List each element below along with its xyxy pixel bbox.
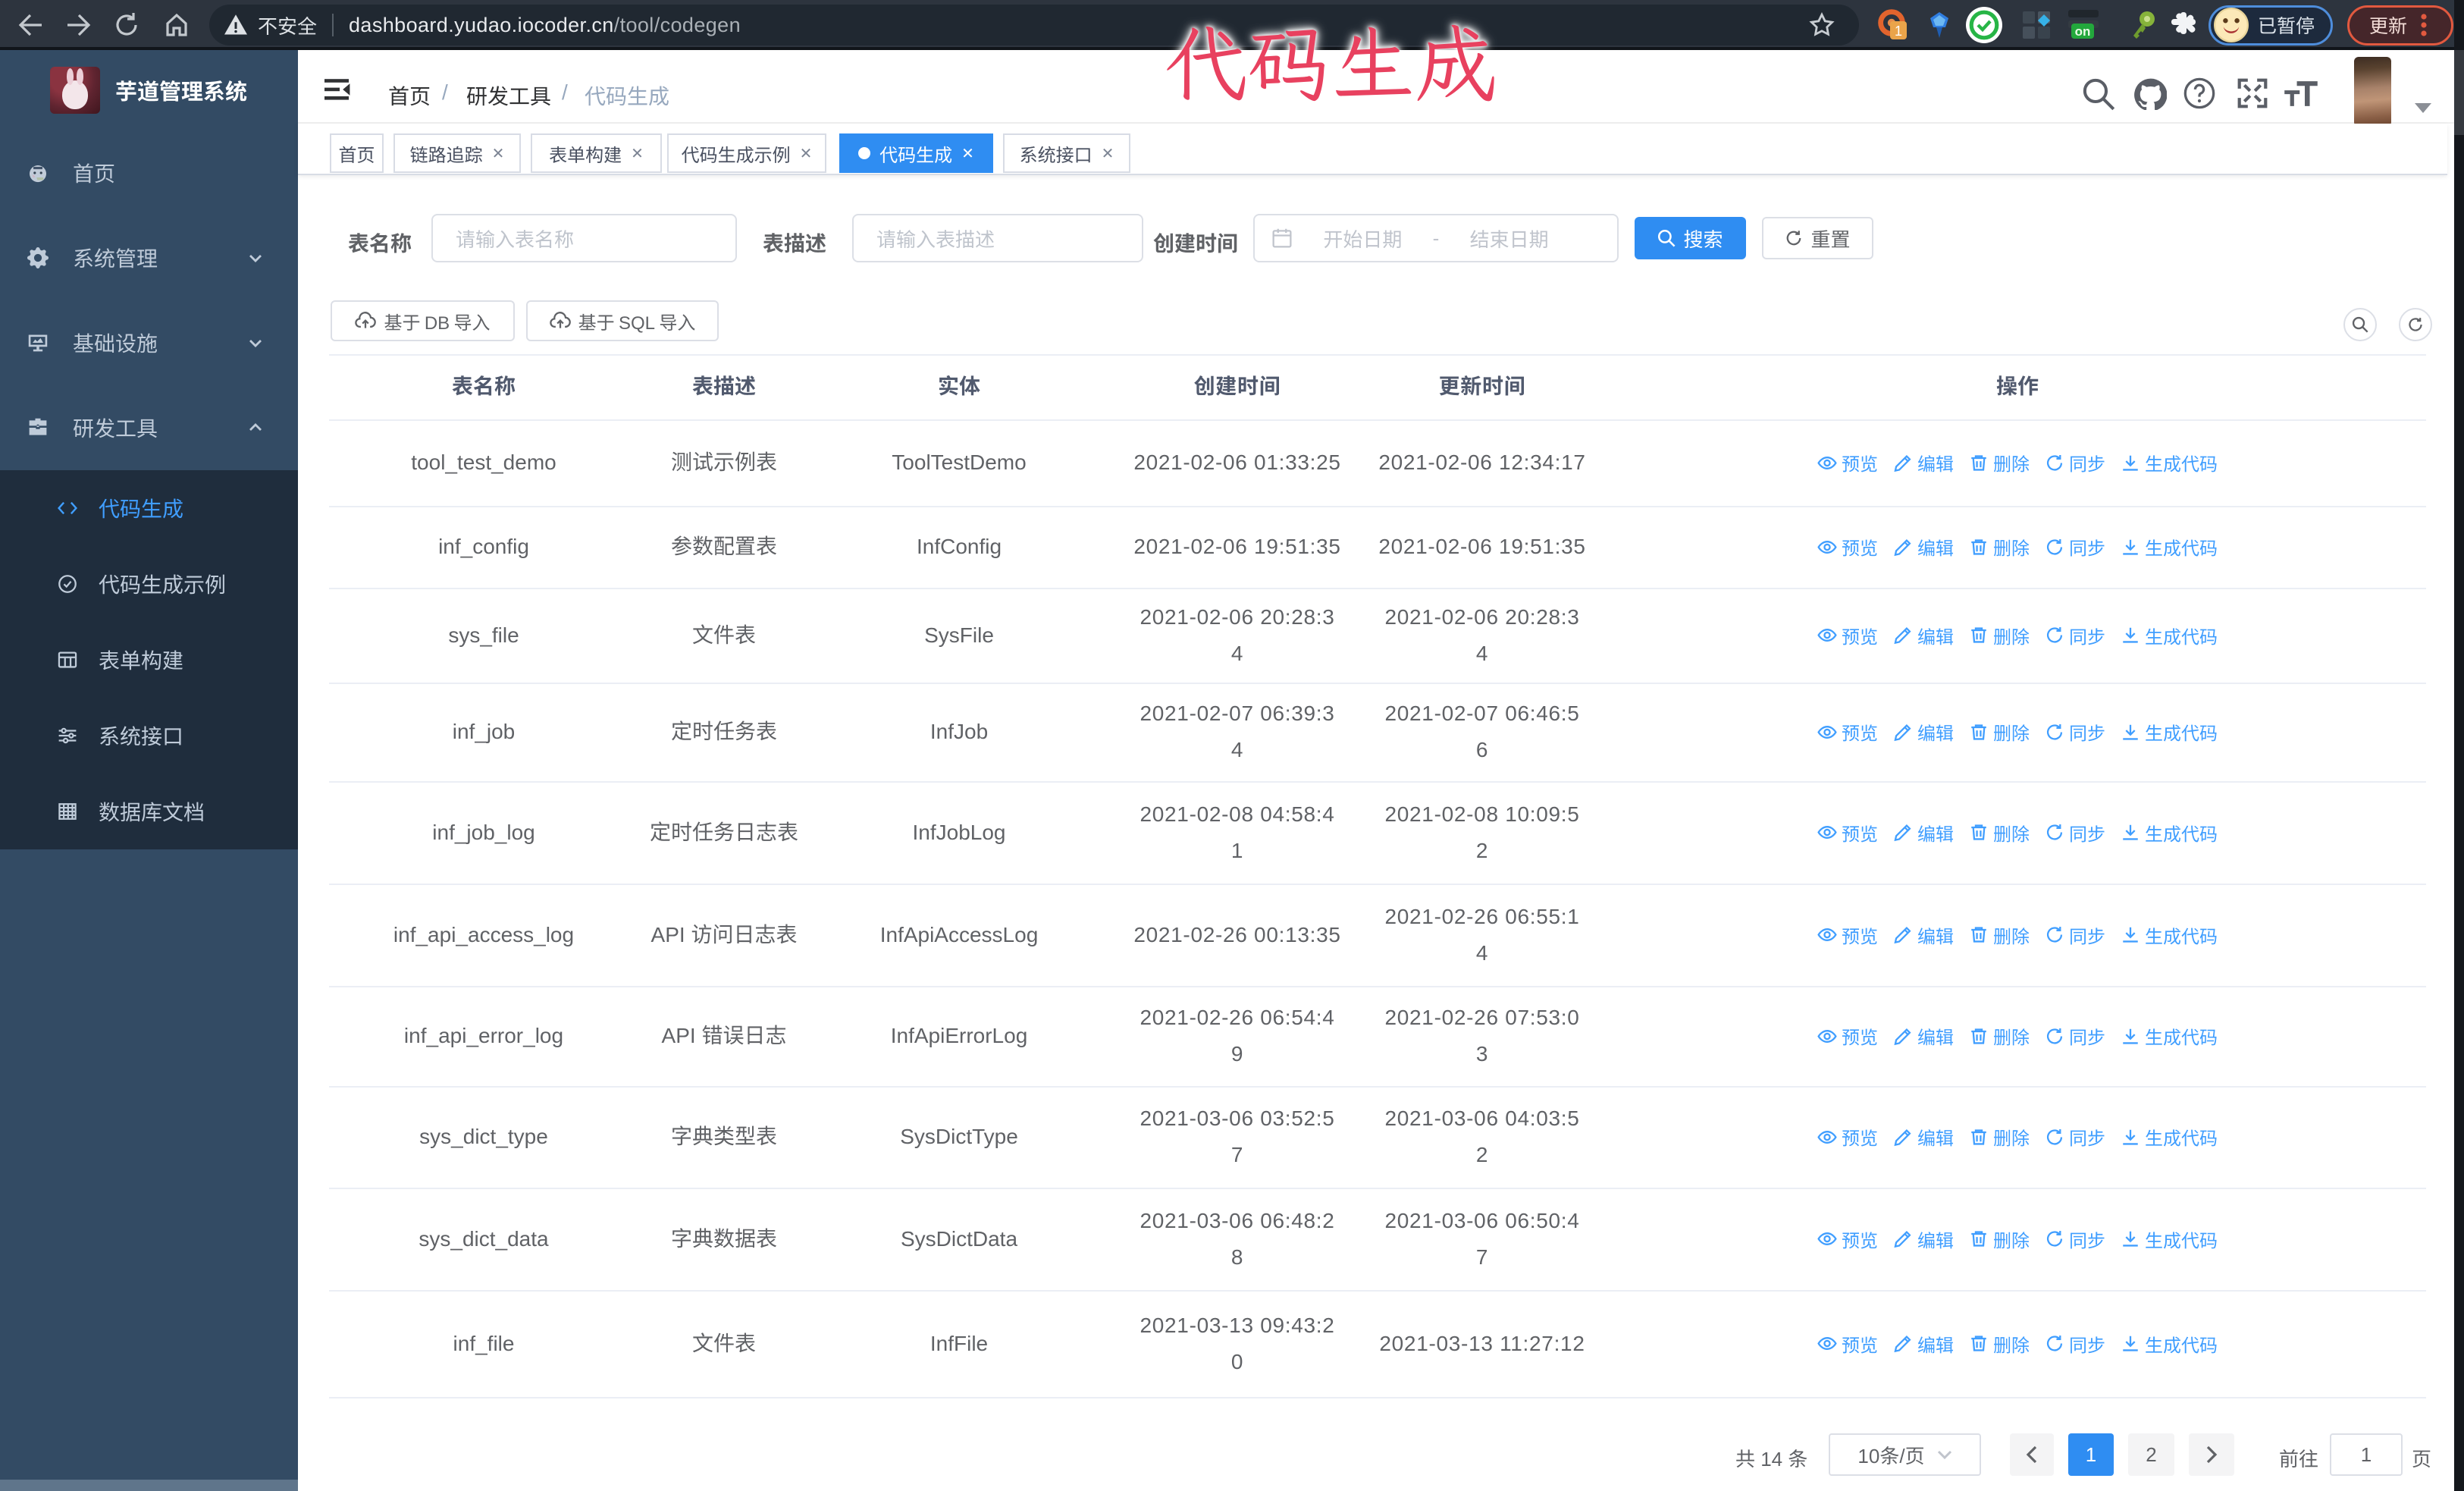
svg-text:1: 1: [1895, 24, 1902, 39]
svg-text:on: on: [2075, 24, 2091, 39]
